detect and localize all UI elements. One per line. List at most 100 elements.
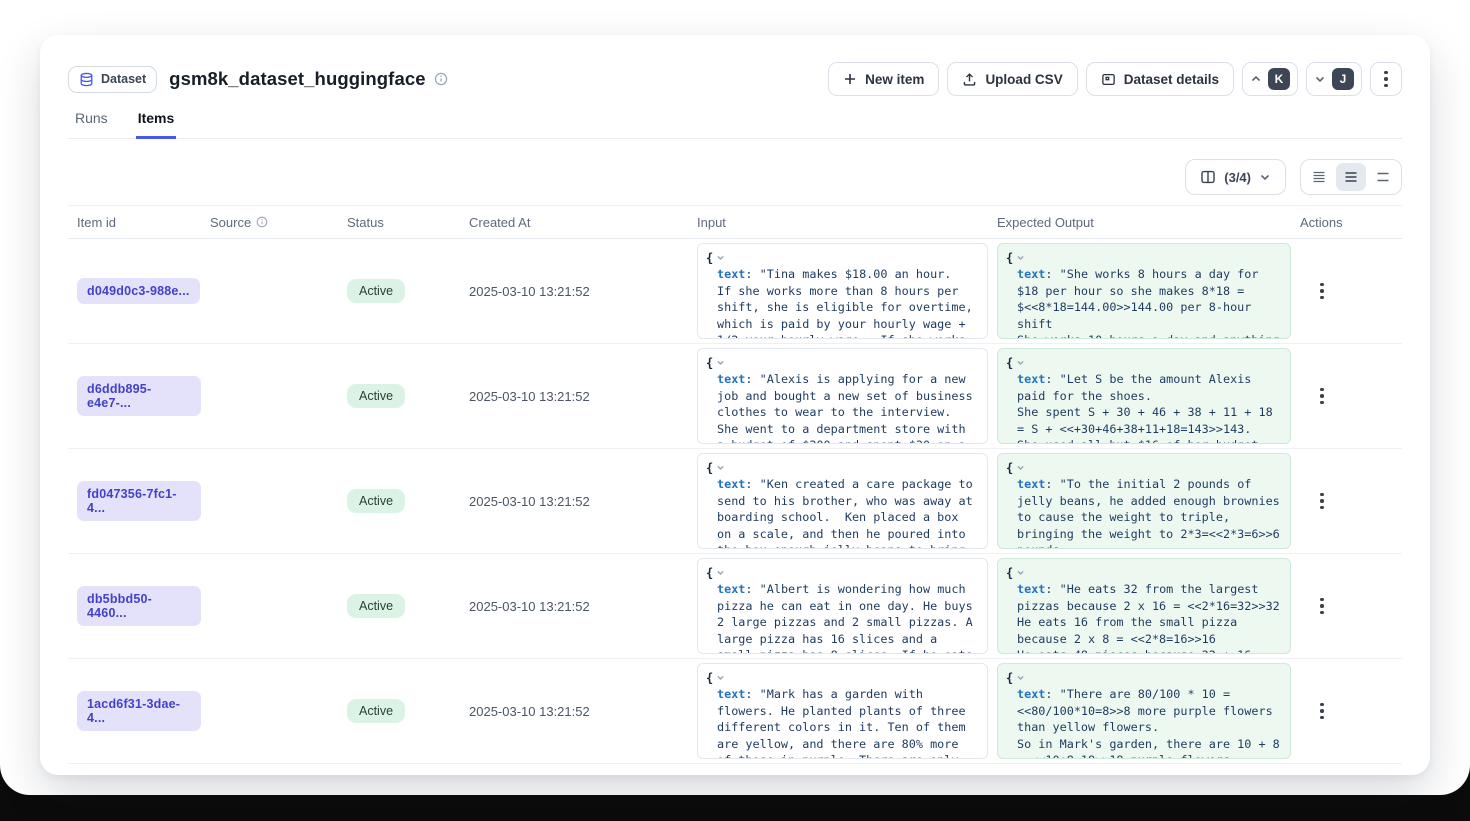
status-badge: Active [347,279,405,303]
source-cell [201,344,338,448]
col-header-status[interactable]: Status [338,215,460,230]
chevron-up-icon [1250,73,1262,85]
expected-output-json-viewer[interactable]: { text: "Let S be the amount Alexis paid… [997,348,1291,444]
new-item-button[interactable]: New item [828,62,939,96]
open-brace: { [1006,251,1013,265]
status-badge: Active [347,594,405,618]
compare-down-button[interactable]: J [1306,62,1362,96]
json-key: text [717,582,745,596]
expand-chevron-icon[interactable] [1016,673,1025,682]
expected-output-cell: { text: "There are 80/100 * 10 = <<80/10… [988,659,1291,763]
status-cell: Active [338,449,460,553]
tab-runs[interactable]: Runs [73,110,110,138]
item-id-badge[interactable]: fd047356-7fc1-4... [77,481,201,521]
row-height-large-button[interactable] [1368,163,1398,191]
source-cell [201,449,338,553]
expand-chevron-icon[interactable] [1016,568,1025,577]
dataset-details-button[interactable]: Dataset details [1086,62,1234,96]
json-key: text [717,372,745,386]
expand-chevron-icon[interactable] [1016,253,1025,262]
json-key: text [1017,582,1045,596]
header-more-actions-button[interactable] [1370,62,1402,96]
input-json-viewer[interactable]: { text: "Tina makes $18.00 an hour. If s… [697,243,988,339]
open-brace: { [1006,461,1013,475]
expected-output-cell: { text: "He eats 32 from the largest piz… [988,554,1291,658]
avatar-j: J [1332,68,1354,90]
expected-output-json-viewer[interactable]: { text: "There are 80/100 * 10 = <<80/10… [997,663,1291,759]
created-at-value: 2025-03-10 13:21:52 [469,494,590,509]
json-key: text [717,687,745,701]
actions-cell [1291,239,1402,343]
density-tall-icon [1375,169,1391,185]
expand-chevron-icon[interactable] [716,673,725,682]
item-id-cell: 1acd6f31-3dae-4... [68,659,201,763]
expand-chevron-icon[interactable] [716,463,725,472]
status-badge: Active [347,489,405,513]
page-title: gsm8k_dataset_huggingface [169,68,425,90]
columns-selector-button[interactable]: (3/4) [1185,159,1286,195]
row-height-small-button[interactable] [1304,163,1334,191]
upload-icon [962,72,977,87]
input-cell: { text: "Ken created a care package to s… [688,449,988,553]
col-header-item-id[interactable]: Item id [68,215,201,230]
item-id-badge[interactable]: db5bbd50-4460... [77,586,201,626]
input-json-viewer[interactable]: { text: "Albert is wondering how much pi… [697,558,988,654]
expand-chevron-icon[interactable] [716,568,725,577]
item-id-cell: d049d0c3-988e... [68,239,201,343]
actions-cell [1291,344,1402,448]
kebab-icon [1384,71,1388,88]
dataset-badge-label: Dataset [101,72,146,86]
expected-output-json-viewer[interactable]: { text: "He eats 32 from the largest piz… [997,558,1291,654]
item-id-badge[interactable]: d049d0c3-988e... [77,278,200,304]
expand-chevron-icon[interactable] [716,358,725,367]
created-at-value: 2025-03-10 13:21:52 [469,284,590,299]
col-header-input[interactable]: Input [688,215,988,230]
table-row: d6ddb895-e4e7-... Active 2025-03-10 13:2… [68,344,1402,449]
input-cell: { text: "Albert is wondering how much pi… [688,554,988,658]
expected-output-json-viewer[interactable]: { text: "She works 8 hours a day for $18… [997,243,1291,339]
json-key: text [1017,477,1045,491]
input-json-viewer[interactable]: { text: "Ken created a care package to s… [697,453,988,549]
status-badge: Active [347,699,405,723]
actions-cell [1291,554,1402,658]
item-id-badge[interactable]: 1acd6f31-3dae-4... [77,691,201,731]
title-info-icon[interactable] [434,72,448,86]
created-at-cell: 2025-03-10 13:21:52 [460,239,688,343]
col-header-created-at[interactable]: Created At [460,215,688,230]
open-brace: { [706,566,713,580]
col-header-source[interactable]: Source [201,215,338,230]
col-header-expected-output[interactable]: Expected Output [988,215,1291,230]
compare-up-button[interactable]: K [1242,62,1298,96]
created-at-cell: 2025-03-10 13:21:52 [460,449,688,553]
row-actions-button[interactable] [1314,382,1330,411]
row-actions-button[interactable] [1314,592,1330,621]
input-json-viewer[interactable]: { text: "Alexis is applying for a new jo… [697,348,988,444]
row-actions-button[interactable] [1314,277,1330,306]
source-info-icon[interactable] [256,216,268,228]
open-brace: { [1006,566,1013,580]
row-height-medium-button[interactable] [1336,163,1366,191]
actions-cell [1291,659,1402,763]
status-cell: Active [338,239,460,343]
expected-output-json-viewer[interactable]: { text: "To the initial 2 pounds of jell… [997,453,1291,549]
status-cell: Active [338,344,460,448]
input-json-viewer[interactable]: { text: "Mark has a garden with flowers.… [697,663,988,759]
json-key: text [1017,267,1045,281]
col-header-actions: Actions [1291,215,1402,230]
json-key: text [1017,372,1045,386]
expand-chevron-icon[interactable] [716,253,725,262]
upload-csv-button[interactable]: Upload CSV [947,62,1077,96]
created-at-value: 2025-03-10 13:21:52 [469,389,590,404]
kebab-icon [1320,493,1324,510]
created-at-cell: 2025-03-10 13:21:52 [460,659,688,763]
row-actions-button[interactable] [1314,697,1330,726]
dataset-type-badge: Dataset [68,66,157,93]
columns-count: (3/4) [1224,170,1251,185]
tab-items[interactable]: Items [136,110,177,139]
kebab-icon [1320,388,1324,405]
item-id-badge[interactable]: d6ddb895-e4e7-... [77,376,201,416]
expand-chevron-icon[interactable] [1016,358,1025,367]
open-brace: { [1006,671,1013,685]
row-actions-button[interactable] [1314,487,1330,516]
expand-chevron-icon[interactable] [1016,463,1025,472]
